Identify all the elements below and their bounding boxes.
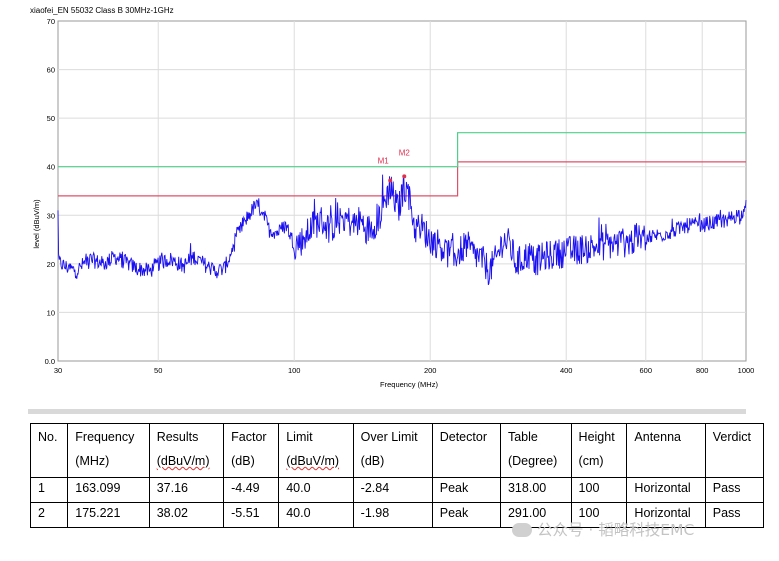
x-axis-label: Frequency (MHz) — [380, 380, 438, 389]
y-tick-label: 20 — [47, 260, 55, 269]
cell-no: 1 — [29, 477, 69, 503]
header-verdict: Verdict — [704, 423, 765, 478]
header-limit: Limit (dBuV/m) — [278, 423, 354, 478]
cell-verdict: Pass — [704, 502, 765, 528]
y-tick-label: 60 — [47, 66, 55, 75]
results-table-header: No. Frequency (MHz) Results (dBuV/m) Facto… — [29, 423, 765, 478]
marker-point — [388, 178, 393, 183]
header-factor: Factor (dB) — [223, 423, 280, 478]
header-antenna: Antenna — [626, 423, 706, 478]
cell-detector: Peak — [431, 502, 501, 528]
watermark: 公众号 · 韬略科技EMC — [512, 518, 694, 540]
cell-factor: -4.49 — [223, 477, 280, 503]
cell-detector: Peak — [431, 477, 501, 503]
header-no: No. — [29, 423, 69, 478]
marker-label: M1 — [378, 157, 390, 166]
y-axis-label: level (dBuV/m) — [32, 199, 41, 249]
header-height: Height (cm) — [570, 423, 628, 478]
marker-point — [402, 174, 407, 179]
cell-over-limit: -1.98 — [352, 502, 433, 528]
cell-table: 318.00 — [499, 477, 572, 503]
cell-verdict: Pass — [704, 477, 765, 503]
table-row: 1 163.099 37.16 -4.49 40.0 -2.84 Peak 31… — [29, 477, 765, 503]
y-tick-label: 40 — [47, 163, 55, 172]
header-over-limit: Over Limit (dB) — [352, 423, 433, 478]
header-frequency: Frequency (MHz) — [67, 423, 150, 478]
y-tick-label: 50 — [47, 114, 55, 123]
y-tick-label: 70 — [47, 17, 55, 26]
section-divider — [28, 409, 746, 414]
results-table: No. Frequency (MHz) Results (dBuV/m) Facto… — [29, 423, 765, 528]
y-tick-label: 30 — [47, 211, 55, 220]
x-tick-label: 200 — [424, 366, 437, 375]
cell-antenna: Horizontal — [626, 477, 706, 503]
x-tick-label: 50 — [154, 366, 162, 375]
emission-chart: xiaofei_EN 55032 Class B 30MHz-1GHz 0.0 1… — [30, 6, 755, 389]
x-tick-label: 600 — [640, 366, 653, 375]
header-row: No. Frequency (MHz) Results (dBuV/m) Facto… — [29, 423, 765, 478]
x-axis-ticks: 30 50 100 200 400 600 800 1000 — [54, 366, 755, 375]
cell-frequency: 163.099 — [67, 477, 150, 503]
cell-limit: 40.0 — [278, 477, 354, 503]
cell-limit: 40.0 — [278, 502, 354, 528]
wechat-logo-icon — [512, 523, 532, 537]
cell-height: 100 — [570, 477, 628, 503]
marker-label: M2 — [399, 148, 411, 157]
x-tick-label: 100 — [288, 366, 301, 375]
x-tick-label: 800 — [696, 366, 709, 375]
cell-results: 38.02 — [148, 502, 225, 528]
chart-title: xiaofei_EN 55032 Class B 30MHz-1GHz — [30, 6, 174, 15]
y-tick-label: 10 — [47, 308, 55, 317]
cell-frequency: 175.221 — [67, 502, 150, 528]
header-results: Results (dBuV/m) — [148, 423, 225, 478]
cell-factor: -5.51 — [223, 502, 280, 528]
watermark-text: 公众号 · 韬略科技EMC — [537, 521, 695, 539]
y-tick-label: 0.0 — [45, 357, 55, 366]
x-tick-label: 30 — [54, 366, 62, 375]
header-table: Table (Degree) — [499, 423, 572, 478]
y-axis-ticks: 0.0 10 20 30 40 50 60 70 — [45, 17, 55, 366]
cell-over-limit: -2.84 — [352, 477, 433, 503]
cell-results: 37.16 — [148, 477, 225, 503]
x-tick-label: 1000 — [738, 366, 755, 375]
x-tick-label: 400 — [560, 366, 573, 375]
cell-no: 2 — [29, 502, 69, 528]
header-detector: Detector — [431, 423, 501, 478]
